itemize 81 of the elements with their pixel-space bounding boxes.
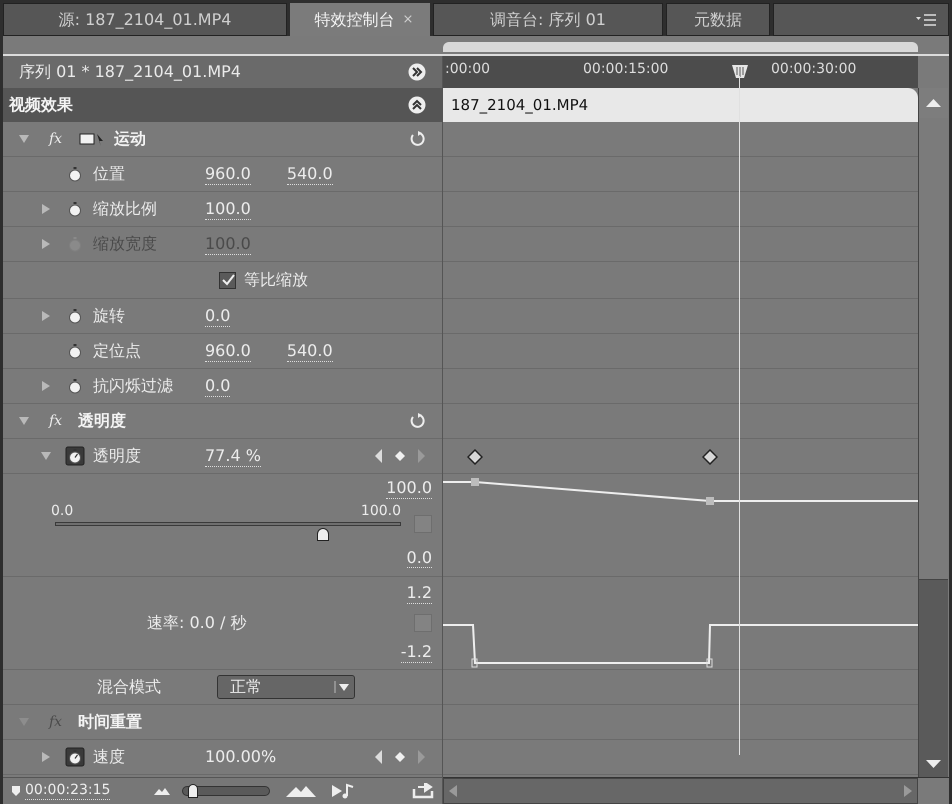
property-value[interactable]: 77.4 % [205,446,261,466]
ruler-time-label: 00:00:30:00 [771,60,856,79]
property-label: 混合模式 [97,676,162,698]
property-value[interactable]: 960.0 [205,340,251,362]
reset-icon[interactable] [410,413,426,429]
panel-menu-icon[interactable] [916,14,936,26]
ruler-time-label: :00:00 [445,60,490,79]
panel-tab[interactable]: 元数据 [666,3,770,36]
velocity-graph-line[interactable] [443,621,918,669]
ruler-time-label: 00:00:15:00 [583,60,668,79]
property-label: 透明度 [93,445,142,467]
loop-icon[interactable] [412,783,434,799]
time-ruler[interactable]: :00:00 00:00:15:00 00:00:30:00 [443,56,918,88]
zoom-slider-thumb[interactable] [188,784,198,798]
fx-toggle[interactable]: fx [49,410,62,432]
velocity-rate-label: 速率: 0.0 / 秒 [147,612,246,634]
property-value[interactable]: 100.0 [205,198,251,220]
previous-keyframe-icon[interactable] [374,448,383,464]
close-tab-button[interactable]: × [402,10,414,30]
expand-triangle-icon[interactable] [41,311,51,321]
slider-max-label: 100.0 [360,502,401,521]
opacity-slider[interactable] [55,522,401,542]
blend-mode-dropdown[interactable]: 正常 [217,675,355,699]
property-label: 位置 [93,163,126,185]
clip-bar[interactable]: 187_2104_01.MP4 [443,88,918,122]
scroll-right-icon[interactable] [903,784,913,798]
keyframe-icon[interactable] [702,449,718,465]
slider-min-label: 0.0 [51,502,74,521]
effect-title: 运动 [114,128,146,150]
section-title: 视频效果 [9,94,73,116]
property-value[interactable]: 100.0 [386,478,432,499]
property-value[interactable]: 0.0 [205,306,230,326]
property-label: 旋转 [93,305,126,327]
panel-tab[interactable]: 源: 187_2104_01.MP4 [3,3,287,36]
collapse-triangle-icon[interactable] [41,451,51,461]
fx-toggle[interactable]: fx [49,128,62,150]
vertical-scrollbar[interactable] [918,88,948,777]
property-value[interactable]: 960.0 [205,164,251,184]
collapse-triangle-icon[interactable] [19,416,29,426]
property-value[interactable]: 0.0 [406,548,432,568]
checkbox-label: 等比缩放 [244,269,308,291]
previous-keyframe-icon[interactable] [374,749,383,765]
zoom-out-mountain-icon[interactable] [154,786,170,796]
expand-triangle-icon[interactable] [41,752,51,762]
property-label: 速度 [93,746,126,768]
playhead-marker-icon [11,785,21,797]
property-value[interactable]: 100.00% [205,747,276,767]
collapse-triangle-icon[interactable] [19,134,29,144]
horizontal-scrollbar[interactable] [443,778,918,804]
effect-title: 时间重置 [78,711,142,733]
property-label: 抗闪烁过滤 [93,375,174,397]
expand-triangle-icon[interactable] [41,381,51,391]
sequence-clip-title: 序列 01 * 187_2104_01.MP4 [19,61,241,83]
scrollbar-thumb[interactable] [919,118,948,580]
add-keyframe-icon[interactable] [395,752,405,762]
property-value[interactable]: 540.0 [286,164,333,184]
add-keyframe-icon[interactable] [395,451,405,461]
property-label: 定位点 [93,340,142,362]
panel-tab[interactable]: 特效控制台 × [290,3,430,36]
zoom-slider[interactable] [182,786,270,796]
property-label: 缩放比例 [93,198,158,220]
panel-tab[interactable]: 调音台: 序列 01 [433,3,663,36]
double-chevron-up-icon[interactable] [408,96,426,114]
stopwatch-icon[interactable] [65,747,85,767]
stopwatch-icon[interactable] [65,446,85,466]
checkbox[interactable] [219,272,236,288]
scroll-left-icon[interactable] [448,784,458,798]
timecode[interactable]: 00:00:23:15 [25,782,110,800]
keyframe-icon[interactable] [467,449,483,465]
property-value[interactable]: 1.2 [406,583,432,604]
zoom-in-mountain-icon[interactable] [286,784,316,798]
slider-thumb[interactable] [316,528,329,541]
double-chevron-right-icon[interactable] [408,63,426,81]
property-value[interactable]: -1.2 [400,642,432,663]
dropdown-caret-icon [334,681,350,693]
reset-icon[interactable] [410,131,426,147]
property-value[interactable]: 540.0 [286,340,333,362]
playhead-icon[interactable] [731,64,749,80]
effect-title: 透明度 [78,410,126,432]
expand-triangle-icon[interactable] [41,204,51,214]
property-value[interactable]: 0.0 [205,376,230,396]
